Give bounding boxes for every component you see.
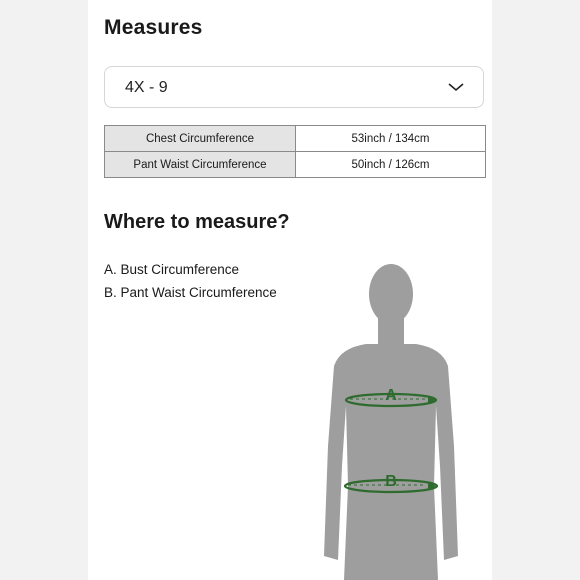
table-cell-value: 50inch / 126cm [295, 151, 486, 178]
page-title: Measures [104, 16, 203, 39]
measures-table: Chest Circumference 53inch / 134cm Pant … [104, 125, 486, 178]
chevron-down-icon [448, 83, 464, 92]
size-select[interactable]: 4X - 9 [104, 66, 484, 108]
table-row: Chest Circumference 53inch / 134cm [104, 125, 486, 152]
size-select-value: 4X - 9 [125, 79, 168, 96]
body-silhouette [324, 264, 458, 580]
table-cell-value: 53inch / 134cm [295, 125, 486, 152]
table-cell-label: Chest Circumference [104, 125, 296, 152]
list-item: A. Bust Circumference [104, 262, 240, 277]
table-row: Pant Waist Circumference 50inch / 126cm [104, 151, 486, 178]
list-item: B. Pant Waist Circumference [104, 285, 277, 300]
instruction-list: A. Bust Circumference B. Pant Waist Circ… [104, 258, 277, 304]
where-to-measure-heading: Where to measure? [104, 211, 290, 233]
marker-b-label: B [385, 473, 397, 490]
body-silhouette-figure: A B [324, 264, 458, 580]
marker-a-label: A [385, 387, 397, 404]
table-cell-label: Pant Waist Circumference [104, 151, 296, 178]
